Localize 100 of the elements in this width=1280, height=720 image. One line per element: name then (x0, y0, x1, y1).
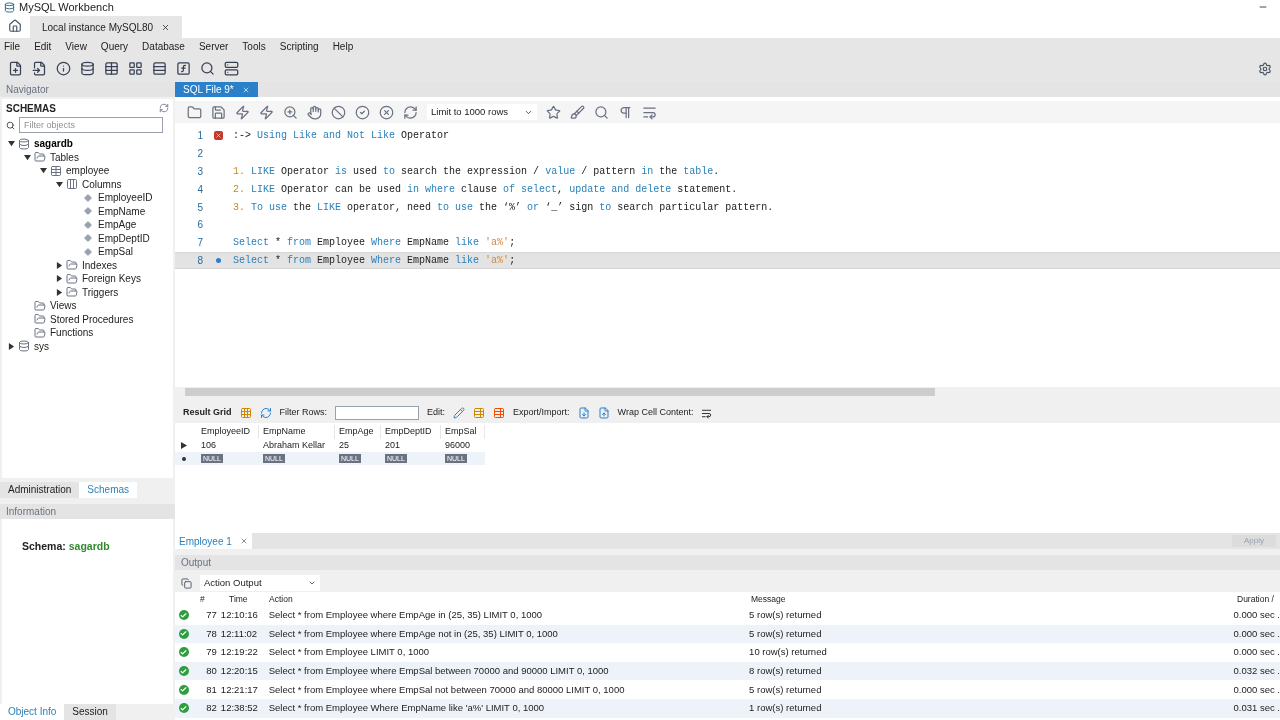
tree-item[interactable]: EmpAge (98, 217, 137, 233)
tree-item[interactable]: Triggers (82, 284, 119, 300)
edit-icon[interactable] (453, 407, 466, 419)
horizontal-scrollbar[interactable] (175, 387, 1280, 397)
column-header[interactable]: EmpDeptID (381, 425, 441, 439)
wrap-label: Wrap Cell Content: (617, 406, 694, 420)
table-cell-text: 77 (205, 608, 217, 623)
collapsed-arrow-icon[interactable] (8, 342, 15, 350)
home-icon[interactable] (8, 19, 22, 33)
execute-icon[interactable] (235, 104, 250, 120)
column-header[interactable]: Action (269, 592, 751, 606)
table-cell-text: Select * from Employee where EmpAge in (25, 35) LIMIT 0, 1000 (268, 608, 544, 623)
collapsed-arrow-icon[interactable] (56, 275, 63, 283)
columns-icon (66, 178, 78, 191)
filter-rows-field[interactable] (335, 406, 420, 420)
tree-item[interactable]: Functions (50, 325, 94, 341)
result-grid-tab[interactable]: Result Grid (183, 406, 232, 420)
table-cell-text: Select * from Employee where EmpSal not between 70000 and 80000 LIMIT 0, 1000 (268, 682, 626, 697)
close-icon[interactable] (239, 537, 248, 545)
table-cell: 201 (385, 439, 401, 450)
table-cell-text: 82 (205, 701, 217, 716)
panel-tab[interactable]: Session (64, 704, 116, 720)
close-icon[interactable] (241, 85, 250, 94)
table-cell-text: 10 row(s) returned (749, 645, 828, 660)
tree-item[interactable]: EmployeeID (98, 190, 153, 206)
grid-icon[interactable] (239, 407, 252, 419)
collapsed-arrow-icon[interactable] (56, 288, 63, 296)
wrap-icon[interactable] (642, 104, 657, 120)
menu-item[interactable]: Database (142, 39, 185, 54)
expanded-arrow-icon[interactable] (24, 153, 31, 161)
table-cell-text: 12:11:02 (219, 626, 259, 641)
tree-item[interactable]: Stored Procedures (50, 311, 134, 327)
close-icon[interactable] (161, 22, 171, 32)
column-header[interactable]: # (193, 592, 229, 606)
star-icon[interactable] (546, 104, 561, 120)
limit-dropdown[interactable]: Limit to 1000 rows (427, 104, 537, 120)
tree-item[interactable]: EmpSal (98, 244, 133, 260)
tree-item[interactable]: Indexes (82, 257, 118, 273)
tree-item[interactable]: Tables (50, 149, 79, 165)
editor-tab[interactable]: SQL File 9* (175, 82, 258, 97)
dropdown-caret-icon[interactable] (308, 579, 316, 587)
tree-item[interactable]: sagardb (34, 136, 73, 152)
panel-tab[interactable]: Schemas (79, 482, 138, 498)
search-icon (6, 120, 15, 130)
column-header[interactable]: EmpSal (441, 425, 485, 439)
code-line: Select * from Employee Where EmpName like 'a%'; (233, 253, 516, 268)
tree-item[interactable]: Views (50, 298, 77, 314)
schema-label: Schema: (22, 540, 66, 552)
copy-icon[interactable] (181, 577, 192, 589)
table-cell-text: 5 row(s) returned (749, 682, 823, 697)
tree-item[interactable]: EmpDeptID (98, 230, 150, 246)
menu-item[interactable]: Scripting (279, 39, 319, 54)
menu-item[interactable]: View (65, 39, 87, 54)
column-header[interactable]: EmpName (259, 425, 335, 439)
pilcrow-icon[interactable] (618, 104, 633, 120)
expanded-arrow-icon[interactable] (56, 180, 63, 188)
column-header[interactable]: EmpAge (335, 425, 381, 439)
table-cell: Abraham Kellar (263, 439, 326, 450)
folder-icon (66, 259, 78, 272)
menu-item[interactable]: File (4, 39, 21, 54)
menu-item[interactable]: Server (198, 39, 229, 54)
refresh-icon[interactable] (259, 407, 272, 419)
table-cell-text: 78 (205, 626, 217, 641)
refresh-icon[interactable] (159, 103, 169, 113)
connection-tab[interactable]: Local instance MySQL80 (30, 16, 183, 38)
collapsed-arrow-icon[interactable] (56, 261, 63, 269)
tree-item[interactable]: Foreign Keys (82, 271, 141, 287)
tree-item[interactable]: EmpName (98, 203, 146, 219)
code-line: 2. LIKE Operator can be used in where clause of select, update and delete statement. (233, 182, 738, 197)
search-icon[interactable] (200, 61, 215, 76)
expanded-arrow-icon[interactable] (8, 140, 15, 148)
settings-icon[interactable] (1258, 61, 1272, 76)
menu-item[interactable]: Query (100, 39, 129, 54)
line-number: 3 (196, 165, 203, 179)
column-header[interactable]: Message (751, 592, 1237, 606)
new-sql-icon[interactable] (8, 61, 23, 76)
tree-item[interactable]: Columns (82, 176, 122, 192)
output-selector[interactable]: Action Output (200, 575, 320, 591)
column-header[interactable]: EmployeeID (197, 425, 259, 439)
app-icon (4, 1, 15, 13)
code-line: 3. To use the LIKE operator, need to use the ‘%’ or ‘_’ sign to search particular pattern. (233, 200, 774, 215)
tree-item[interactable]: employee (66, 163, 110, 179)
open-folder-icon[interactable] (187, 104, 202, 120)
table-cell-text: 12:20:15 (219, 663, 259, 678)
menu-item[interactable]: Edit (34, 39, 52, 54)
open-sql-icon[interactable] (32, 61, 47, 76)
panel-tab[interactable]: Administration (0, 482, 80, 498)
save-icon[interactable] (211, 104, 226, 120)
panel-tab[interactable]: Object Info (0, 704, 65, 720)
column-header[interactable]: Duration / (1237, 592, 1274, 606)
filter-field[interactable]: Filter objects (19, 117, 163, 133)
search-icon[interactable] (594, 104, 609, 120)
result-tab[interactable]: Employee 1 (175, 533, 252, 549)
expanded-arrow-icon[interactable] (40, 167, 47, 175)
tree-item[interactable]: sys (34, 338, 49, 354)
menu-item[interactable]: Help (332, 39, 354, 54)
column-header[interactable]: Time (229, 592, 269, 606)
table-cell-text: 12:10:16 (219, 608, 259, 623)
folder-icon (34, 151, 46, 164)
menu-item[interactable]: Tools (242, 39, 266, 54)
